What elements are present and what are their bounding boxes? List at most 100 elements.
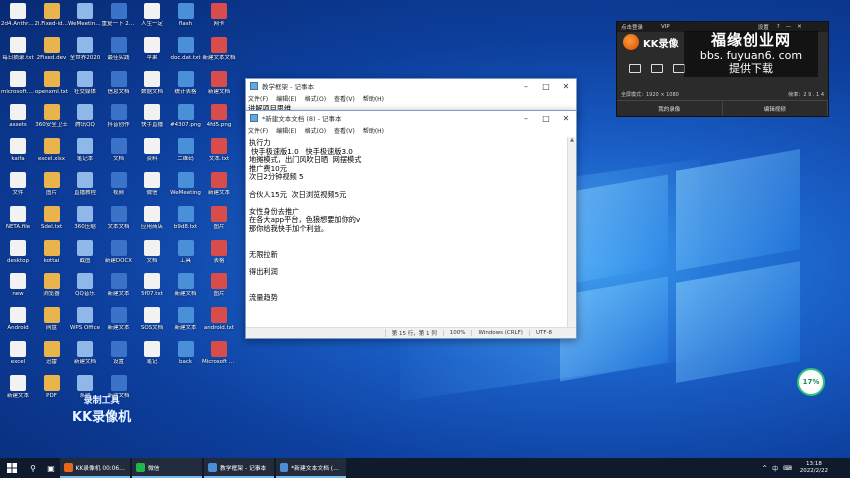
search-icon[interactable]: ⚲ bbox=[24, 458, 42, 478]
login-link[interactable]: 点击登录 bbox=[621, 23, 643, 31]
ime-indicator[interactable]: 中 bbox=[772, 464, 778, 473]
menu-help[interactable]: 帮助(H) bbox=[363, 126, 384, 135]
tray-overflow-icon[interactable]: ^ bbox=[762, 465, 767, 472]
desktop-icon-label: 快手直播 bbox=[140, 122, 163, 129]
cursor-position: 第 15 行，第 1 列 bbox=[384, 329, 443, 337]
file-icon bbox=[211, 3, 227, 19]
taskbar: ⚲ ▣ KK录像机 00:06:41 微信 教学框架 - 记事本 *新建文本文档 (8… bbox=[0, 458, 850, 478]
my-recordings-button[interactable]: 我的录像 bbox=[617, 100, 723, 116]
minimize-button[interactable]: – bbox=[516, 114, 536, 123]
desktop-icon[interactable]: 笔记 bbox=[135, 339, 169, 379]
watermark-line1: 福缘创业网 bbox=[710, 31, 791, 49]
task-view-icon[interactable]: ▣ bbox=[42, 458, 60, 478]
menu-edit[interactable]: 编辑(E) bbox=[276, 94, 296, 103]
file-icon bbox=[43, 70, 60, 87]
titlebar[interactable]: *新建文本文档 (8) - 记事本 – □ ✕ bbox=[246, 111, 576, 125]
file-icon bbox=[144, 3, 160, 19]
desktop-icon-label: assets bbox=[9, 122, 27, 129]
menu-format[interactable]: 格式(O) bbox=[305, 94, 326, 103]
start-button[interactable] bbox=[0, 458, 24, 478]
kk-watermark-line1: 录制工具 bbox=[83, 396, 120, 406]
vertical-scrollbar[interactable]: ▲ bbox=[567, 137, 576, 327]
file-icon bbox=[211, 239, 227, 256]
menu-file[interactable]: 文件(F) bbox=[248, 126, 268, 135]
kk-info: 全屏模式：1920 × 1080 帧率：2 9 . 1 4 bbox=[621, 91, 824, 98]
text-editor[interactable]: 执行力 快手极速版1.0 快手极速版3.0 地摊模式，出门风吹日晒 网摆模式 推… bbox=[246, 137, 567, 327]
desktop-icon-label: back bbox=[178, 359, 193, 365]
menu-help[interactable]: 帮助(H) bbox=[363, 94, 384, 103]
close-button[interactable]: ✕ bbox=[556, 114, 576, 123]
taskbar-app-button[interactable]: 微信 bbox=[132, 458, 202, 478]
desktop-icon[interactable]: 新建文本 bbox=[1, 373, 35, 413]
windows-start-icon bbox=[7, 463, 17, 473]
keyboard-icon[interactable]: ⌨ bbox=[783, 465, 792, 472]
file-icon bbox=[43, 341, 60, 357]
taskbar-app-label: *新建文本文档 (8) ... bbox=[291, 465, 342, 472]
file-icon bbox=[77, 205, 93, 222]
vip-link[interactable]: VIP bbox=[661, 24, 670, 30]
menu-bar: 文件(F) 编辑(E) 格式(O) 查看(V) 帮助(H) bbox=[246, 125, 576, 136]
desktop-icon-label: 人生一定 bbox=[140, 21, 163, 27]
file-icon bbox=[77, 70, 93, 87]
menu-format[interactable]: 格式(O) bbox=[305, 126, 326, 135]
app-icon bbox=[64, 462, 73, 472]
desktop-icon[interactable]: PDF bbox=[35, 373, 69, 413]
notepad-window-front[interactable]: *新建文本文档 (8) - 记事本 – □ ✕ 文件(F) 编辑(E) 格式(O… bbox=[245, 110, 577, 339]
cpu-usage-badge[interactable]: 17% bbox=[797, 368, 825, 396]
desktop-icon-label: excel bbox=[10, 359, 26, 365]
desktop-icon-label: 2d4.Anthro... bbox=[1, 21, 35, 27]
desktop-icon-label: WPS Office bbox=[69, 325, 101, 332]
desktop-icon-label: WeMeeting微信 bbox=[68, 21, 102, 27]
screen-mode-icon[interactable] bbox=[629, 64, 641, 73]
file-icon bbox=[211, 138, 227, 155]
titlebar[interactable]: 教学框架 - 记事本 – □ ✕ bbox=[246, 79, 576, 93]
file-icon bbox=[144, 273, 160, 290]
file-icon bbox=[77, 239, 93, 256]
file-icon bbox=[144, 307, 160, 324]
scroll-up-icon[interactable]: ▲ bbox=[568, 137, 576, 145]
close-icon[interactable]: ✕ bbox=[797, 24, 802, 30]
desktop-icon[interactable]: Microsoft Edge bbox=[202, 339, 236, 379]
file-icon bbox=[110, 172, 127, 188]
file-icon bbox=[43, 36, 60, 53]
desktop-icon-label: microsoft.txt bbox=[1, 88, 35, 95]
maximize-button[interactable]: □ bbox=[536, 114, 556, 123]
settings-link[interactable]: 设置 bbox=[758, 23, 769, 31]
taskbar-app-button[interactable]: *新建文本文档 (8) ... bbox=[276, 458, 346, 478]
file-icon bbox=[211, 307, 227, 324]
desktop-icon-label: 图片 bbox=[45, 190, 57, 196]
desktop-icon-label: 微信 bbox=[146, 190, 158, 196]
window-mode-icon[interactable] bbox=[651, 64, 663, 73]
menu-file[interactable]: 文件(F) bbox=[248, 94, 268, 103]
desktop-icon-label: Android bbox=[7, 325, 29, 332]
file-icon bbox=[10, 138, 26, 155]
file-icon bbox=[110, 307, 127, 324]
desktop-icon[interactable]: back bbox=[169, 339, 203, 379]
file-icon bbox=[177, 205, 194, 222]
minimize-icon[interactable]: — bbox=[786, 24, 792, 30]
taskbar-app-button[interactable]: 教学框架 - 记事本 bbox=[204, 458, 274, 478]
site-watermark: 福缘创业网 bbs. fuyuan6. com 提供下载 bbox=[684, 31, 818, 77]
window-title: 教学框架 - 记事本 bbox=[262, 83, 314, 91]
desktop-icon-label: 4fd5.png bbox=[206, 122, 232, 129]
minimize-button[interactable]: – bbox=[516, 82, 536, 91]
menu-view[interactable]: 查看(V) bbox=[334, 126, 355, 135]
edit-video-button[interactable]: 编辑视频 bbox=[722, 100, 828, 116]
maximize-button[interactable]: □ bbox=[536, 82, 556, 91]
menu-view[interactable]: 查看(V) bbox=[334, 94, 355, 103]
desktop-icon-label: 直播教程 bbox=[73, 190, 96, 196]
fullscreen-mode: 全屏模式：1920 × 1080 bbox=[621, 92, 679, 98]
help-icon[interactable]: ? bbox=[777, 24, 780, 30]
menu-edit[interactable]: 编辑(E) bbox=[276, 126, 296, 135]
clock-time: 13:18 bbox=[805, 461, 822, 467]
desktop-icon-label: 苹果 bbox=[146, 54, 158, 61]
clock-date: 2022/2/22 bbox=[799, 468, 828, 474]
file-icon bbox=[177, 3, 194, 19]
clock[interactable]: 13:18 2022/2/22 bbox=[800, 461, 828, 475]
desktop-icon-label: 视频 bbox=[112, 190, 124, 196]
taskbar-app-button[interactable]: KK录像机 00:06:41 bbox=[60, 458, 130, 478]
file-icon bbox=[77, 36, 93, 53]
desktop-icon-label: 新建文本 bbox=[107, 325, 130, 332]
close-button[interactable]: ✕ bbox=[556, 82, 576, 91]
file-icon bbox=[43, 138, 60, 155]
